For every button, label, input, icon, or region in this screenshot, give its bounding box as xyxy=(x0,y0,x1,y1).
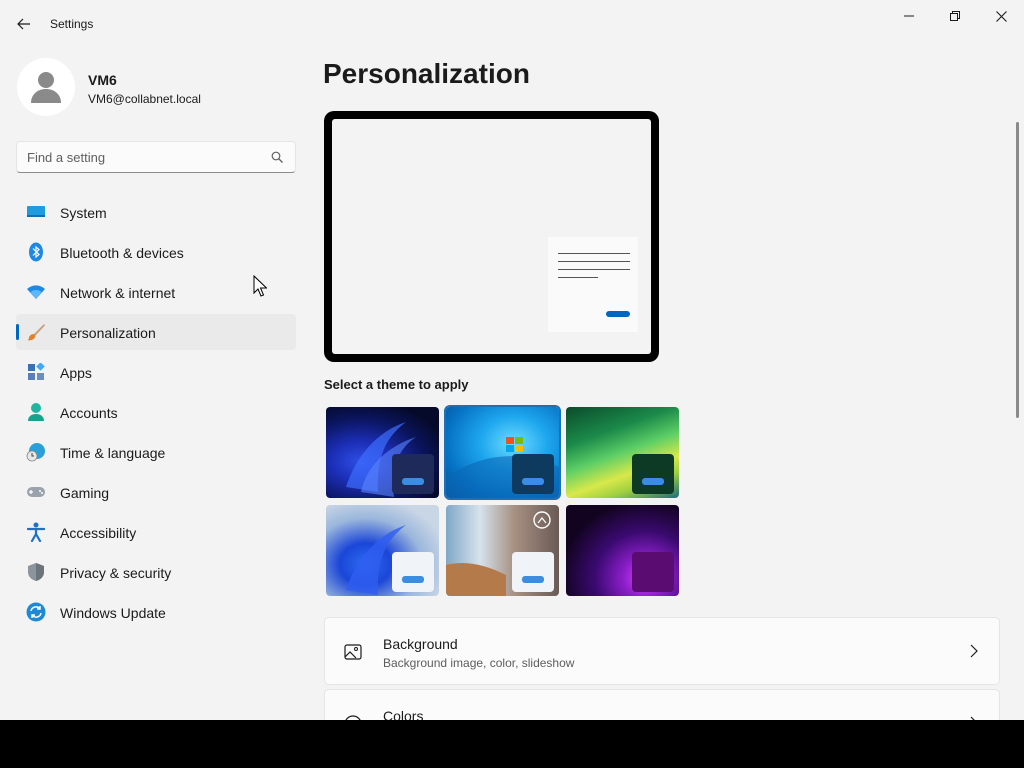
close-button[interactable] xyxy=(978,0,1024,32)
picture-icon xyxy=(344,644,362,660)
theme-preview xyxy=(324,111,659,362)
theme-glow[interactable] xyxy=(566,505,679,596)
close-icon xyxy=(995,10,1007,22)
sidebar-nav: System Bluetooth & devices Network & int… xyxy=(16,194,296,634)
sidebar-item-label: Accessibility xyxy=(60,525,137,541)
avatar[interactable] xyxy=(17,58,75,116)
update-icon xyxy=(26,602,46,622)
card-title: Colors xyxy=(383,708,424,720)
minimize-icon xyxy=(904,15,914,17)
theme-windows-dark[interactable] xyxy=(326,407,439,498)
sidebar-item-apps[interactable]: Apps xyxy=(16,354,296,390)
theme-windows-7[interactable] xyxy=(444,405,561,500)
sidebar-item-label: Accounts xyxy=(60,405,118,421)
paintbrush-icon xyxy=(26,323,46,341)
minimize-button[interactable] xyxy=(886,0,932,32)
restore-button[interactable] xyxy=(932,0,978,32)
title-bar: Settings xyxy=(0,0,1024,48)
sidebar-item-label: Network & internet xyxy=(60,285,176,301)
themes-label: Select a theme to apply xyxy=(324,377,469,392)
sidebar-item-label: Time & language xyxy=(60,445,166,461)
sidebar-item-system[interactable]: System xyxy=(16,194,296,230)
sidebar-item-personalization[interactable]: Personalization xyxy=(16,314,296,350)
theme-windows-light[interactable] xyxy=(326,505,439,596)
theme-aurora[interactable] xyxy=(566,407,679,498)
wifi-icon xyxy=(26,283,46,301)
sidebar-item-gaming[interactable]: Gaming xyxy=(16,474,296,510)
settings-window: Settings VM6 VM6@collabnet.local System xyxy=(0,0,1024,720)
sidebar-item-label: System xyxy=(60,205,107,221)
apps-icon xyxy=(26,363,46,381)
preview-screen xyxy=(332,119,651,354)
scrollbar[interactable] xyxy=(1016,122,1019,418)
system-icon xyxy=(26,203,46,221)
preview-window xyxy=(548,237,638,332)
user-name: VM6 xyxy=(88,72,117,88)
sidebar-item-accounts[interactable]: Accounts xyxy=(16,394,296,430)
sidebar-item-label: Bluetooth & devices xyxy=(60,245,184,261)
bluetooth-icon xyxy=(26,242,46,262)
chevron-right-icon xyxy=(970,644,978,658)
gamepad-icon xyxy=(26,483,46,501)
theme-spotlight[interactable] xyxy=(446,505,559,596)
shield-icon xyxy=(26,563,46,581)
sidebar-item-label: Personalization xyxy=(60,325,156,341)
card-title: Background xyxy=(383,636,458,652)
back-button[interactable] xyxy=(10,10,38,38)
sidebar-item-bluetooth[interactable]: Bluetooth & devices xyxy=(16,234,296,270)
search-input[interactable] xyxy=(17,142,267,172)
search-box[interactable] xyxy=(16,141,296,173)
user-email: VM6@collabnet.local xyxy=(88,92,201,106)
app-title: Settings xyxy=(50,17,94,31)
screen-bottom-bar xyxy=(0,720,1024,768)
sidebar-item-label: Gaming xyxy=(60,485,110,501)
back-arrow-icon xyxy=(17,18,30,30)
sidebar-item-label: Privacy & security xyxy=(60,565,172,581)
restore-icon xyxy=(950,11,960,21)
preview-accent-button xyxy=(606,311,630,317)
sidebar-item-privacy[interactable]: Privacy & security xyxy=(16,554,296,590)
sidebar-item-time-language[interactable]: Time & language xyxy=(16,434,296,470)
mouse-cursor-icon xyxy=(253,275,267,297)
search-icon[interactable] xyxy=(271,151,283,163)
sidebar-item-accessibility[interactable]: Accessibility xyxy=(16,514,296,550)
colors-card[interactable]: Colors xyxy=(324,689,1000,720)
accessibility-icon xyxy=(26,522,46,542)
background-card[interactable]: Background Background image, color, slid… xyxy=(324,617,1000,685)
page-title: Personalization xyxy=(323,58,530,89)
user-icon xyxy=(31,72,61,103)
sidebar-item-label: Apps xyxy=(60,365,92,381)
sidebar-item-windows-update[interactable]: Windows Update xyxy=(16,594,296,630)
globe-clock-icon xyxy=(26,443,46,462)
account-icon xyxy=(26,403,46,421)
sidebar-item-label: Windows Update xyxy=(60,605,166,621)
card-subtitle: Background image, color, slideshow xyxy=(383,656,575,670)
